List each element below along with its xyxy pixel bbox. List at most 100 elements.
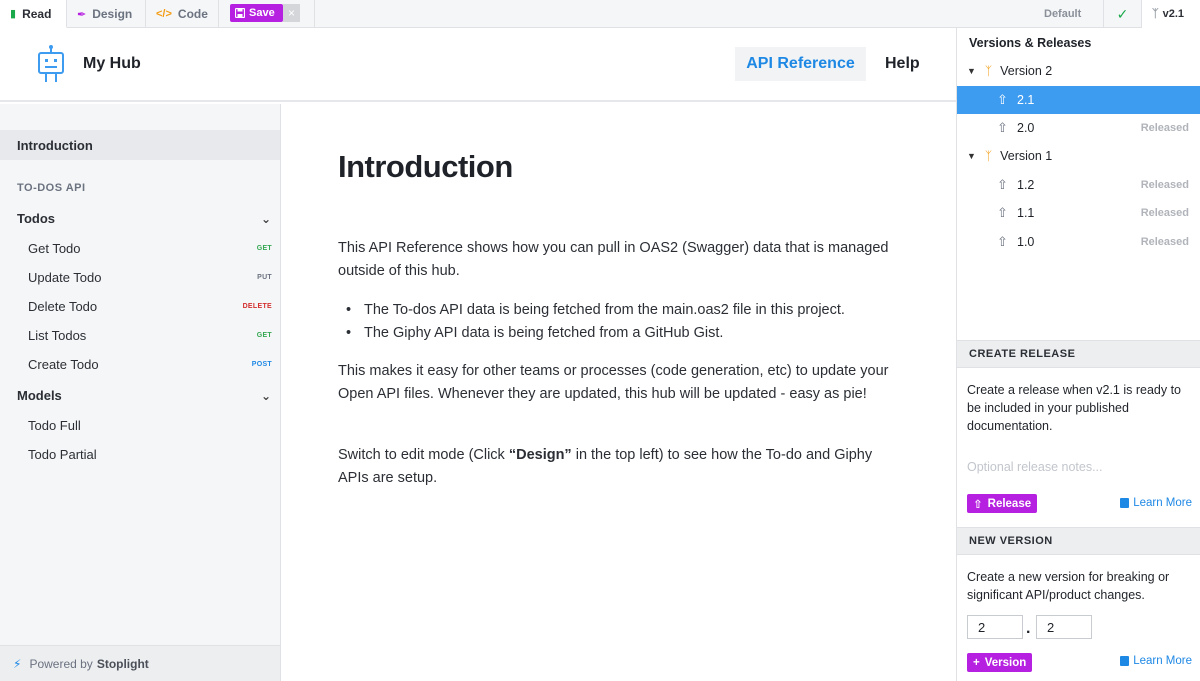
caret-down-icon: ▼ — [967, 151, 976, 161]
method-badge: GET — [256, 332, 272, 339]
learn-more-link[interactable]: Learn More — [1120, 497, 1192, 509]
release-row[interactable]: ⇧ 1.0 Released — [957, 228, 1200, 256]
text: Switch to edit mode (Click — [338, 447, 509, 463]
sidebar-group-todos[interactable]: Todos ⌄ — [17, 211, 273, 226]
book-icon — [1120, 498, 1130, 508]
sidebar-item-todo-full[interactable]: Todo Full — [28, 418, 272, 433]
environment-select[interactable]: Default — [1032, 0, 1104, 28]
create-release-text: Create a release when v2.1 is ready to b… — [967, 383, 1182, 433]
upload-icon: ⇧ — [997, 205, 1008, 220]
sidebar-item-get-todo[interactable]: Get Todo GET — [28, 241, 272, 256]
version-group-2[interactable]: ▼ ᛉ Version 2 — [967, 64, 1052, 78]
release-number: 2.0 — [1017, 121, 1035, 135]
sidebar-group-models[interactable]: Models ⌄ — [17, 388, 273, 403]
tab-design-label: Design — [92, 7, 133, 21]
upload-icon: ⇧ — [973, 498, 983, 511]
method-badge: POST — [251, 361, 272, 368]
lightning-icon: ⚡ — [13, 656, 22, 671]
sidebar-item-introduction[interactable]: Introduction — [0, 130, 280, 160]
version-separator: . — [1026, 620, 1031, 637]
check-icon[interactable]: ✓ — [1104, 0, 1142, 28]
edit-mode-paragraph: Switch to edit mode (Click “Design” in t… — [338, 444, 883, 489]
method-badge: GET — [256, 245, 272, 252]
versions-panel: Versions & Releases ▼ ᛉ Version 2 ⇧ 2.1 … — [956, 28, 1200, 681]
item-label: Update Todo — [28, 270, 102, 285]
book-icon: ▮ — [10, 8, 17, 20]
release-number: 2.1 — [1017, 93, 1035, 107]
sidebar-item-update-todo[interactable]: Update Todo PUT — [28, 270, 272, 285]
caret-down-icon: ▼ — [967, 66, 976, 76]
learn-more-link[interactable]: Learn More — [1120, 655, 1192, 667]
sidebar: Introduction TO-DOS API Todos ⌄ Get Todo… — [0, 104, 281, 681]
upload-icon: ⇧ — [997, 120, 1008, 135]
upload-icon: ⇧ — [997, 177, 1008, 192]
group-label: Models — [17, 388, 62, 403]
upload-icon: ⇧ — [997, 234, 1008, 249]
release-status: Released — [1140, 236, 1189, 248]
branch-icon: ᛉ — [984, 149, 993, 163]
item-label: Delete Todo — [28, 299, 98, 314]
branch-icon: ᛉ — [984, 64, 993, 78]
sidebar-item-list-todos[interactable]: List Todos GET — [28, 328, 272, 343]
sidebar-item-todo-partial[interactable]: Todo Partial — [28, 447, 272, 462]
release-status: Released — [1140, 179, 1189, 191]
save-label: Save — [249, 7, 275, 19]
release-notes-input[interactable] — [967, 456, 1193, 478]
new-version-text: Create a new version for breaking or sig… — [967, 570, 1170, 602]
new-version-button-label: Version — [984, 656, 1027, 669]
intro-paragraph: This API Reference shows how you can pul… — [338, 240, 889, 279]
group-label: Todos — [17, 211, 56, 226]
release-status: Released — [1140, 122, 1189, 134]
release-row[interactable]: ⇧ 1.2 Released — [957, 171, 1200, 199]
brush-icon: ✒ — [77, 8, 87, 21]
sidebar-section-title: TO-DOS API — [17, 182, 86, 194]
robot-logo-icon[interactable] — [37, 45, 65, 90]
release-status: Released — [1140, 207, 1189, 219]
tab-code[interactable]: </> Code — [146, 0, 219, 28]
powered-by-footer[interactable]: ⚡ Powered by Stoplight — [0, 645, 280, 681]
nav-help[interactable]: Help — [885, 55, 920, 73]
code-icon: </> — [156, 8, 172, 20]
method-badge: DELETE — [242, 303, 272, 310]
update-paragraph: This makes it easy for other teams or pr… — [338, 363, 889, 402]
design-emphasis: “Design” — [508, 447, 572, 463]
release-number: 1.2 — [1017, 178, 1035, 192]
upload-icon: ⇧ — [997, 92, 1008, 107]
item-label: Todo Full — [28, 418, 81, 433]
nav-api-reference[interactable]: API Reference — [735, 47, 866, 81]
version-select[interactable]: ᛉ v2.1 — [1142, 0, 1200, 28]
item-label: List Todos — [28, 328, 87, 343]
tab-design[interactable]: ✒ Design — [67, 0, 146, 28]
release-number: 1.1 — [1017, 206, 1035, 220]
sidebar-item-create-todo[interactable]: Create Todo POST — [28, 357, 272, 372]
version-group-label: Version 2 — [1000, 64, 1053, 78]
list-item: The To-dos API data is being fetched fro… — [338, 299, 908, 322]
page-title: Introduction — [338, 149, 513, 184]
sidebar-item-delete-todo[interactable]: Delete Todo DELETE — [28, 299, 272, 314]
minor-version-input[interactable] — [1036, 615, 1092, 639]
learn-more-label: Learn More — [1133, 655, 1192, 667]
release-row[interactable]: ⇧ 2.1 — [957, 86, 1200, 114]
version-group-1[interactable]: ▼ ᛉ Version 1 — [967, 149, 1052, 163]
release-row[interactable]: ⇧ 1.1 Released — [957, 199, 1200, 227]
floppy-icon — [235, 8, 245, 18]
hub-name[interactable]: My Hub — [83, 55, 141, 73]
new-version-heading: NEW VERSION — [957, 527, 1200, 555]
footer-brand: Stoplight — [96, 656, 149, 671]
release-row[interactable]: ⇧ 2.0 Released — [957, 114, 1200, 142]
versions-title: Versions & Releases — [969, 36, 1092, 50]
major-version-input[interactable] — [967, 615, 1023, 639]
hub-header: My Hub API Reference Help — [0, 28, 956, 102]
tab-read[interactable]: ▮ Read — [0, 0, 67, 28]
release-button[interactable]: ⇧ Release — [967, 494, 1038, 513]
chevron-down-icon: ⌄ — [260, 388, 271, 403]
save-group: Save × — [219, 0, 315, 28]
version-label: v2.1 — [1162, 8, 1185, 20]
save-button[interactable]: Save — [230, 4, 283, 22]
new-version-button[interactable]: + Version — [967, 653, 1033, 672]
version-group-label: Version 1 — [1000, 149, 1053, 163]
bullet-list: The To-dos API data is being fetched fro… — [338, 299, 908, 344]
discard-button[interactable]: × — [283, 4, 300, 22]
footer-prefix: Powered by — [29, 656, 93, 671]
branch-icon: ᛉ — [1152, 8, 1159, 20]
